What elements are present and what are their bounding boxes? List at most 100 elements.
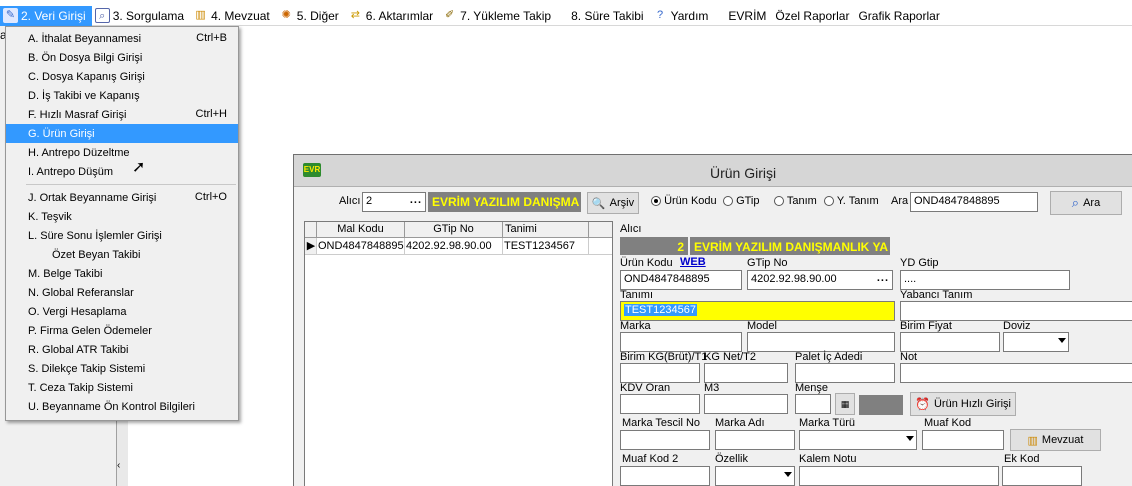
menu-separator <box>26 184 236 185</box>
arsiv-button[interactable]: 🔍 Arşiv <box>587 192 639 214</box>
ozellik-select[interactable] <box>715 466 795 486</box>
mouse-cursor-icon: ➚ <box>132 159 146 176</box>
radio-y-tanim[interactable]: Y. Tanım <box>824 195 879 207</box>
alici-lookup-button[interactable]: ... <box>410 194 422 206</box>
menu-yukleme-takip[interactable]: ✐ 7. Yükleme Takip <box>439 6 557 26</box>
menu-veri-girisi[interactable]: ✎ 2. Veri Girişi <box>0 5 92 26</box>
web-link[interactable]: WEB <box>680 256 706 268</box>
menu-item-antrepo-duzeltme[interactable]: H. Antrepo Düzeltme <box>6 143 238 162</box>
menu-item-tesvik[interactable]: K. Teşvik <box>6 207 238 226</box>
urun-kodu-input[interactable]: OND4847848895 <box>620 270 742 290</box>
ek-kod-input[interactable] <box>1002 466 1082 486</box>
menu-item-urun-girisi[interactable]: G. Ürün Girişi <box>6 124 238 143</box>
menu-item-vergi-hesaplama[interactable]: O. Vergi Hesaplama <box>6 302 238 321</box>
window-titlebar[interactable]: EVR Ürün Girişi <box>294 155 1132 187</box>
mense-input[interactable] <box>795 394 831 414</box>
not-input[interactable] <box>900 363 1132 383</box>
other-icon: ✺ <box>281 9 291 21</box>
company-name-field: EVRİM YAZILIM DANIŞMA <box>428 192 581 212</box>
chevron-down-icon <box>906 436 914 441</box>
urun-hizli-girisi-button[interactable]: ⏰ Ürün Hızlı Girişi <box>910 392 1016 416</box>
chevron-down-icon <box>1058 338 1066 343</box>
menu-item-beyanname-on-kontrol[interactable]: U. Beyanname Ön Kontrol Bilgileri <box>6 397 238 416</box>
muaf-kod2-input[interactable] <box>620 466 710 486</box>
menu-item-sure-sonu[interactable]: L. Süre Sonu İşlemler Girişi <box>6 226 238 245</box>
marka-turu-select[interactable] <box>799 430 917 450</box>
radio-gtip[interactable]: GTip <box>723 195 760 207</box>
alici-input[interactable]: 2 ... <box>362 192 426 212</box>
mense-name-field <box>859 395 903 415</box>
app-logo-icon: EVR <box>303 163 321 177</box>
menu-sure-takibi[interactable]: 8. Süre Takibi <box>557 6 650 26</box>
marka-input[interactable] <box>620 332 742 352</box>
urun-girisi-window: EVR Ürün Girişi Alıcı 2 ... EVRİM YAZILI… <box>293 154 1132 486</box>
menu-item-is-takibi[interactable]: D. İş Takibi ve Kapanış <box>6 86 238 105</box>
menu-grafik-raporlar[interactable]: Grafik Raporlar <box>855 6 945 26</box>
menu-diger[interactable]: ✺ 5. Diğer <box>276 6 345 26</box>
grid-icon: ▦ <box>840 398 850 409</box>
detail-alici-name: EVRİM YAZILIM DANIŞMANLIK YA <box>690 237 890 255</box>
menu-item-hizli-masraf[interactable]: F. Hızlı Masraf Girişi Ctrl+H <box>6 105 238 124</box>
veri-girisi-dropdown: A. İthalat Beyannamesi Ctrl+B B. Ön Dosya… <box>5 26 239 421</box>
menu-item-ithalat[interactable]: A. İthalat Beyannamesi Ctrl+B <box>6 29 238 48</box>
menu-item-ortak-beyanname[interactable]: J. Ortak Beyanname Girişi Ctrl+O <box>6 188 238 207</box>
yabanci-tanim-input[interactable] <box>900 301 1132 321</box>
menu-item-antrepo-dusum[interactable]: I. Antrepo Düşüm <box>6 162 238 181</box>
alarm-clock-icon: ⏰ <box>915 397 930 411</box>
muaf-kod-input[interactable] <box>922 430 1004 450</box>
menu-item-global-atr[interactable]: R. Global ATR Takibi <box>6 340 238 359</box>
palet-ic-adedi-input[interactable] <box>795 363 895 383</box>
menu-item-firma-gelen-odemeler[interactable]: P. Firma Gelen Ödemeler <box>6 321 238 340</box>
search-input[interactable]: OND4847848895 <box>910 192 1038 212</box>
query-icon: ⌕ <box>94 8 110 23</box>
mevzuat-button[interactable]: ▥ Mevzuat <box>1010 429 1101 451</box>
menu-yardim[interactable]: ? Yardım <box>650 6 715 26</box>
marka-tescil-input[interactable] <box>620 430 710 450</box>
table-row[interactable]: ▶ OND4847848895 4202.92.98.90.00 TEST123… <box>305 238 612 255</box>
menu-item-dosya-kapanis[interactable]: C. Dosya Kapanış Girişi <box>6 67 238 86</box>
menu-item-dilekce-takip[interactable]: S. Dilekçe Takip Sistemi <box>6 359 238 378</box>
radio-tanim[interactable]: Tanım <box>774 195 817 207</box>
kalem-notu-input[interactable] <box>799 466 999 486</box>
menubar: ✎ 2. Veri Girişi ⌕ 3. Sorgulama ▥ 4. Mev… <box>0 5 1132 26</box>
mense-lookup-button[interactable]: ▦ <box>835 393 855 415</box>
menu-item-belge-takibi[interactable]: M. Belge Takibi <box>6 264 238 283</box>
collapse-arrow-icon[interactable]: ‹ <box>117 460 120 471</box>
edit-icon: ✎ <box>3 8 18 23</box>
menu-aktarimlar[interactable]: ⇄ 6. Aktarımlar <box>345 6 439 26</box>
tanimi-input[interactable]: TEST1234567 <box>620 301 895 321</box>
birim-kg-input[interactable] <box>620 363 700 383</box>
menu-item-ceza-takip[interactable]: T. Ceza Takip Sistemi <box>6 378 238 397</box>
ara-button[interactable]: ⌕ Ara <box>1050 191 1122 215</box>
grid-header: Mal Kodu GTip No Tanimi <box>305 222 612 238</box>
gtip-input[interactable]: 4202.92.98.90.00 ... <box>747 270 893 290</box>
marka-adi-input[interactable] <box>715 430 795 450</box>
menu-ozel-raporlar[interactable]: Özel Raporlar <box>772 6 855 26</box>
kg-net-input[interactable] <box>704 363 788 383</box>
yd-gtip-input[interactable]: .... <box>900 270 1070 290</box>
search-icon: ⌕ <box>1071 195 1080 210</box>
radio-urun-kodu[interactable]: Ürün Kodu <box>651 195 717 207</box>
col-gtip-no[interactable]: GTip No <box>405 222 503 237</box>
menu-evrim[interactable]: EVRİM <box>714 6 772 26</box>
window-toolbar: Alıcı 2 ... EVRİM YAZILIM DANIŞMA 🔍 Arşi… <box>294 188 1132 216</box>
menu-mevzuat[interactable]: ▥ 4. Mevzuat <box>190 6 276 26</box>
menu-sorgulama[interactable]: ⌕ 3. Sorgulama <box>92 6 190 26</box>
gtip-lookup-button[interactable]: ... <box>877 272 889 284</box>
menu-item-ozet-beyan[interactable]: Özet Beyan Takibi <box>6 245 238 264</box>
product-grid[interactable]: Mal Kodu GTip No Tanimi ▶ OND4847848895 … <box>304 221 613 486</box>
col-mal-kodu[interactable]: Mal Kodu <box>317 222 405 237</box>
birim-fiyat-input[interactable] <box>900 332 1000 352</box>
kdv-oran-input[interactable] <box>620 394 700 414</box>
m3-input[interactable] <box>704 394 788 414</box>
col-tanimi[interactable]: Tanimi <box>503 222 589 237</box>
window-title: Ürün Girişi <box>710 165 777 181</box>
menu-item-global-referanslar[interactable]: N. Global Referanslar <box>6 283 238 302</box>
alici-label: Alıcı <box>339 195 361 207</box>
detail-panel: Alıcı 2 EVRİM YAZILIM DANIŞMANLIK YA Ürü… <box>614 221 1132 486</box>
model-input[interactable] <box>747 332 895 352</box>
detail-alici-no: 2 <box>620 237 688 255</box>
menu-item-on-dosya[interactable]: B. Ön Dosya Bilgi Girişi <box>6 48 238 67</box>
ara-label: Ara <box>891 195 909 207</box>
doviz-select[interactable] <box>1003 332 1069 352</box>
